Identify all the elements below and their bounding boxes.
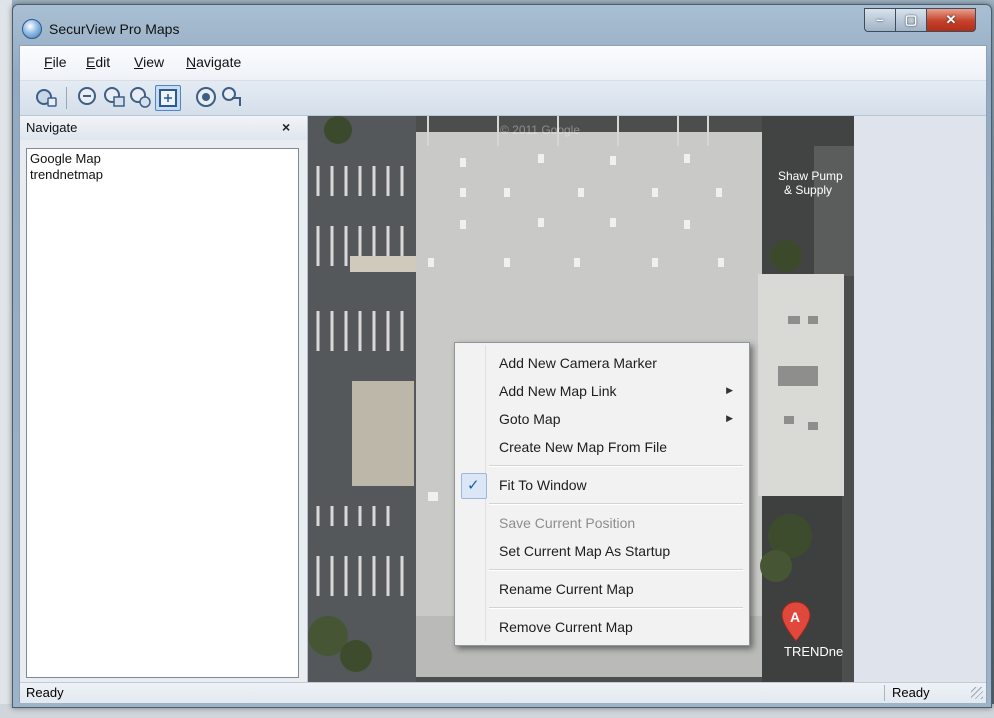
minimize-button[interactable]: – — [864, 8, 896, 32]
status-text-left: Ready — [26, 685, 64, 700]
menu-view[interactable]: View — [134, 54, 164, 70]
menu-edit[interactable]: Edit — [86, 54, 110, 70]
checkmark-icon: ✓ — [467, 477, 480, 494]
menu-navigate[interactable]: Navigate — [186, 54, 241, 70]
menu-separator — [489, 465, 743, 467]
navigate-panel-title: Navigate — [26, 120, 78, 135]
fit-window-icon[interactable] — [155, 85, 181, 111]
menu-item-goto-map[interactable]: Goto Map ▶ — [457, 407, 747, 431]
menu-bar: File Edit View Navigate — [20, 46, 986, 81]
menu-separator — [489, 503, 743, 505]
navigate-panel-header: Navigate × — [20, 116, 307, 140]
map-place-label: Shaw Pump — [778, 169, 843, 183]
svg-text:& Supply: & Supply — [784, 183, 832, 197]
list-item-trendnetmap[interactable]: trendnetmap — [30, 167, 103, 182]
map-list: Google Map trendnetmap — [26, 148, 299, 678]
navigate-panel-close-icon[interactable]: × — [282, 119, 290, 135]
menu-separator — [489, 569, 743, 571]
navigate-panel: Navigate × Google Map trendnetmap — [20, 116, 308, 682]
resize-grip-icon[interactable] — [971, 687, 983, 699]
target-icon[interactable] — [194, 85, 218, 109]
context-menu: Add New Camera Marker Add New Map Link ▶… — [454, 342, 750, 646]
client-area: File Edit View Navigate Navigate × Googl… — [19, 45, 987, 703]
menu-item-rename-current-map[interactable]: Rename Current Map — [457, 577, 747, 601]
menu-item-set-current-map-as-startup[interactable]: Set Current Map As Startup — [457, 539, 747, 563]
menu-item-save-current-position: Save Current Position — [499, 515, 636, 531]
submenu-arrow-icon: ▶ — [726, 413, 733, 423]
menu-item-add-new-camera-marker[interactable]: Add New Camera Marker — [457, 351, 747, 375]
menu-item-fit-to-window[interactable]: ✓ Fit To Window — [457, 473, 747, 499]
desktop-background — [0, 0, 12, 718]
menu-file[interactable]: File — [44, 54, 67, 70]
map-link-icon[interactable] — [220, 85, 244, 109]
toolbar — [20, 81, 986, 116]
menu-item-remove-current-map[interactable]: Remove Current Map — [457, 615, 747, 639]
close-icon: ✕ — [945, 12, 957, 27]
map-watermark: © 2011 Google — [500, 123, 580, 137]
toolbar-separator — [66, 87, 67, 109]
menu-item-add-new-map-link[interactable]: Add New Map Link ▶ — [457, 379, 747, 403]
zoom-icon[interactable] — [76, 85, 100, 109]
app-icon — [22, 19, 42, 39]
maximize-button[interactable]: ▢ — [895, 8, 927, 32]
minimize-icon: – — [876, 12, 884, 27]
camera-add-icon[interactable] — [34, 85, 58, 109]
close-button[interactable]: ✕ — [926, 8, 976, 32]
zoom-in-icon[interactable] — [102, 85, 126, 109]
status-bar: Ready Ready — [20, 682, 986, 703]
status-text-right: Ready — [892, 685, 930, 700]
maximize-icon: ▢ — [904, 12, 918, 27]
list-item-google-map[interactable]: Google Map — [30, 151, 101, 166]
map-empty-area — [854, 116, 986, 682]
map-marker-letter: A — [790, 609, 800, 625]
app-window: SecurView Pro Maps – ▢ ✕ File Edit View … — [12, 4, 992, 708]
zoom-out-icon[interactable] — [128, 85, 152, 109]
title-bar[interactable]: SecurView Pro Maps – ▢ ✕ — [13, 5, 991, 45]
map-marker-label: TRENDne — [784, 644, 843, 659]
menu-item-create-new-map-from-file[interactable]: Create New Map From File — [457, 435, 747, 459]
status-divider — [884, 685, 885, 701]
window-title: SecurView Pro Maps — [49, 21, 180, 37]
submenu-arrow-icon: ▶ — [726, 385, 733, 395]
checkmark-box: ✓ — [461, 473, 487, 499]
menu-separator — [489, 607, 743, 609]
